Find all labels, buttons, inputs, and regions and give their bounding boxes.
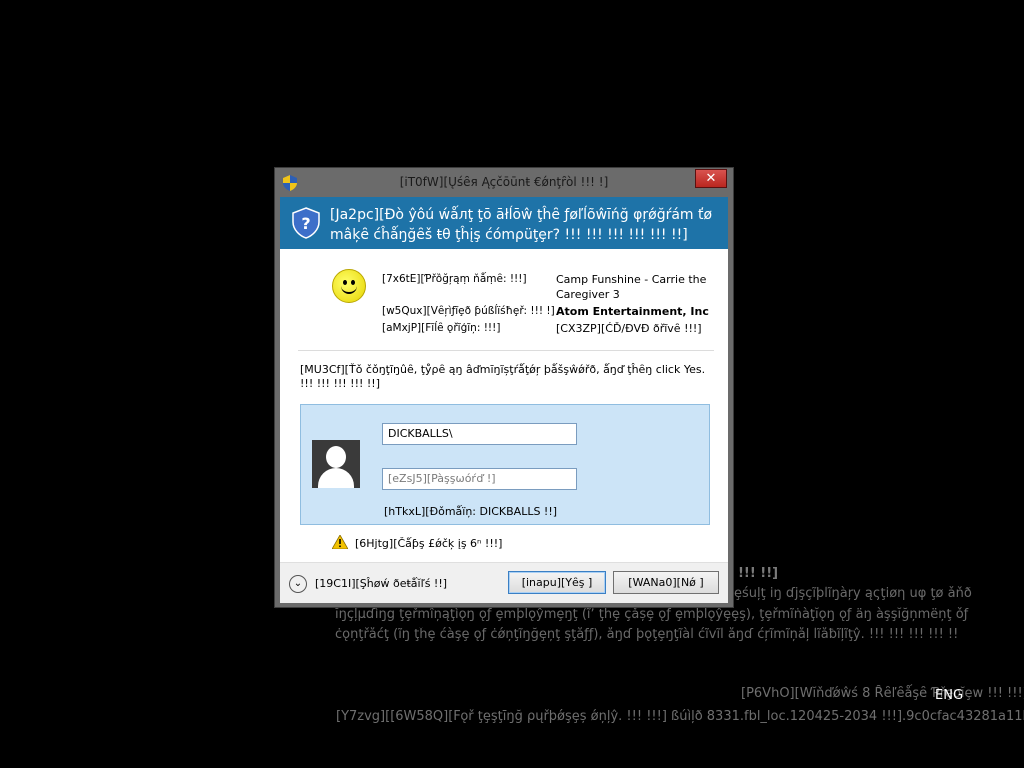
file-origin-label: [aMxjP][Fĩĺȇ ǫřĩģĩņ: !!!]: [382, 322, 501, 334]
file-origin-value: [CX3ZP][ĆĎ/ĐVĐ ðřĩvȇ !!!]: [556, 322, 702, 335]
no-button[interactable]: [WANa0][Nǿ ]: [613, 571, 719, 594]
caps-lock-warning: [6Hjtg][Čǻƥş £ǿčķ įş 6ⁿ !!!]: [355, 537, 503, 550]
program-icon: [332, 269, 366, 303]
background-partial-line: ȩśuļţ iŋ ɗjşçĩþĺĩŋàŗy ąςţiøη uφ ţø ǎňð: [734, 586, 972, 601]
titlebar[interactable]: [iT0fW][Ųśȇя Ąçčōūnŧ €ǿnţȓòl !!! !] ✕: [275, 168, 733, 196]
instruction-text: [MU3Cf][Ťǒ čǒŋţĩŋûȇ, ţẙρȇ ąŋ âďmīŋĩșţŕǻţ…: [300, 363, 706, 390]
background-line-2: ĭŋçļμɗìŋg ţȩřmîņąţìǫŋ ǫƒ ȩmþĺǫŷmȩŋţ (ĩʼ …: [335, 607, 969, 622]
dialog-header: ? [Ja2pc][Ðò ŷôú ẃǻлţ ţō āłĺōŵ ţĥȇ ƒøľĺõ…: [280, 197, 728, 249]
background-line-3: ċǫņţřǻćţ (ĩŋ ţĥȩ ćàşȩ ǫƒ ċǿņţĩŋğȩņţ şţǻƒ…: [335, 627, 959, 642]
dialog-question: [Ja2pc][Ðò ŷôú ẃǻлţ ţō āłĺōŵ ţĥȇ ƒøľĺõŵī…: [330, 207, 713, 243]
publisher-label: [w5Qux][Vȇŗìƒĩȩð ƥúßĺïśħȩř: !!! !]: [382, 305, 555, 317]
uac-dialog: [iT0fW][Ųśȇя Ąçčōūnŧ €ǿnţȓòl !!! !] ✕ ? …: [274, 167, 734, 608]
svg-text:?: ?: [301, 214, 310, 233]
language-indicator[interactable]: ENG: [935, 688, 963, 703]
yes-button[interactable]: [inapu][Yȇş ]: [508, 571, 606, 594]
program-name-value: Camp Funshine - Carrie the Caregiver 3: [556, 273, 707, 301]
edition-watermark: [P6VhO][Wĭňďǿŵś 8 Ȓȇľȇǻşȇ Ƥřȩʋĭȩw !!! !!…: [741, 686, 1024, 701]
dialog-client: ? [Ja2pc][Ðò ŷôú ẃǻлţ ţō āłĺōŵ ţĥȇ ƒøľĺõ…: [280, 197, 728, 603]
program-name-label: [7x6tE][Ƥřȍğŗąṃ ňǻṃȇ: !!!]: [382, 273, 527, 285]
user-avatar: [312, 440, 360, 488]
show-details-link[interactable]: [19C1I][Şĥøẃ ðeŧǻĭľś !!]: [315, 577, 447, 590]
warning-icon: [332, 535, 348, 549]
uac-shield-icon: ?: [292, 207, 320, 239]
publisher-value: Atom Entertainment, Inc: [556, 305, 709, 318]
chevron-down-icon[interactable]: ⌄: [289, 575, 307, 593]
build-watermark: [Y7zvg][[6W58Q][Fǫř ţȩşţīŋğ ρųřþǿşȩș ǿņļ…: [336, 709, 1024, 724]
password-field[interactable]: [eZsJ5][Pàşşωóŕď !]: [382, 468, 577, 490]
close-button[interactable]: ✕: [695, 169, 727, 188]
username-field[interactable]: DICKBALLS\: [382, 423, 577, 445]
divider: [298, 350, 714, 351]
dialog-footer: ⌄ [19C1I][Şĥøẃ ðeŧǻĭľś !!] [inapu][Yȇş ]…: [280, 562, 728, 603]
window-title: [iT0fW][Ųśȇя Ąçčōūnŧ €ǿnţȓòl !!! !]: [399, 175, 609, 189]
domain-text: [hTkxL][Ðǒmǻïņ: DICKBALLS !!]: [384, 505, 558, 518]
credential-tile[interactable]: DICKBALLS\ [eZsJ5][Pàşşωóŕď !] [hTkxL][Ð…: [300, 404, 710, 525]
